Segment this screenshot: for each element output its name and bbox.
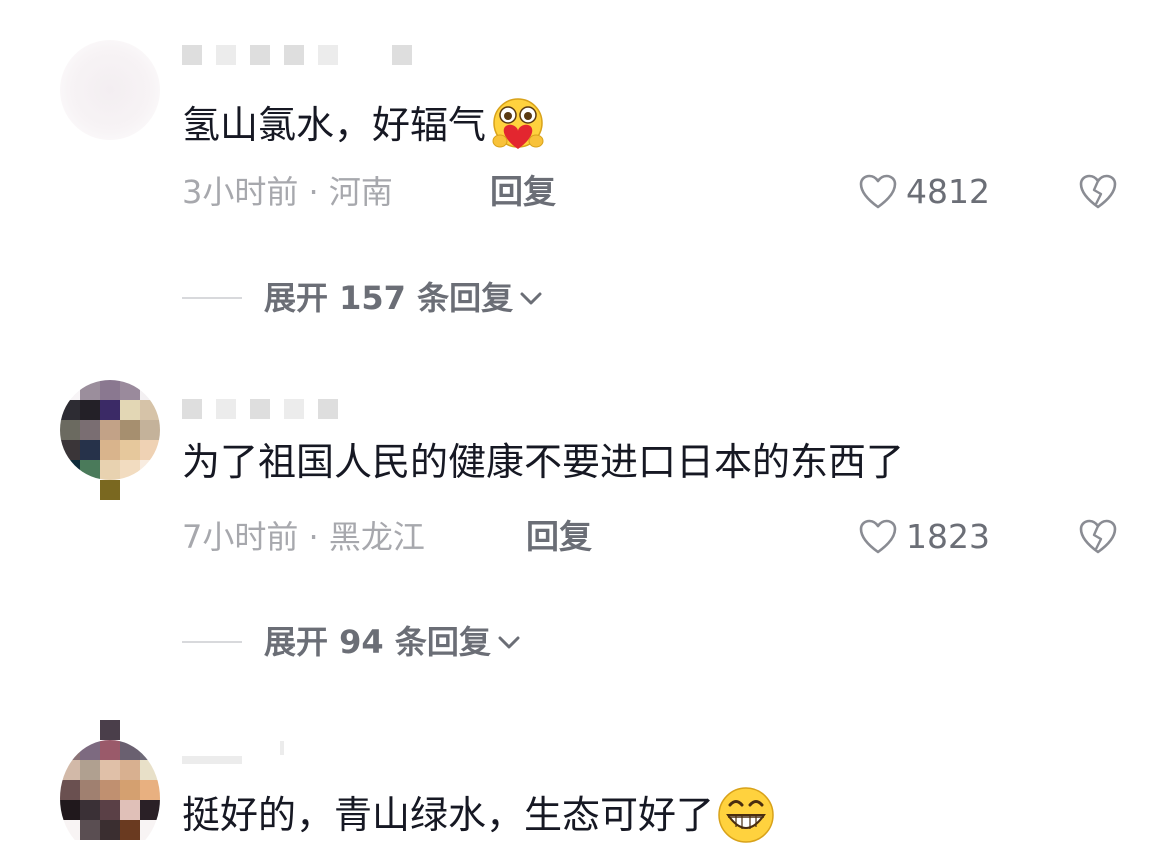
expand-label: 展开 157 条回复 — [264, 279, 514, 317]
meta-separator: · — [308, 173, 319, 211]
comment-meta: 3小时前 · 河南 — [182, 172, 393, 212]
username-blurred[interactable] — [182, 40, 412, 70]
heart-outline-icon — [859, 519, 897, 554]
expand-replies[interactable]: 展开 157 条回复 — [182, 278, 545, 318]
heart-outline-icon — [859, 174, 897, 209]
like-count: 1823 — [906, 517, 990, 556]
expand-replies[interactable]: 展开 94 条回复 — [182, 622, 523, 662]
broken-heart-icon[interactable] — [1078, 173, 1118, 211]
username-blurred[interactable] — [182, 733, 284, 764]
divider-line — [182, 641, 242, 643]
comment-text: 氢山氯水，好辐气 — [182, 95, 548, 155]
avatar[interactable] — [60, 740, 160, 857]
avatar-edge — [100, 720, 120, 740]
comment-text: 为了祖国人民的健康不要进口日本的东西了 — [182, 440, 905, 484]
reply-button[interactable]: 回复 — [490, 172, 556, 212]
comment-text: 挺好的，青山绿水，生态可好了 — [182, 785, 776, 845]
like-button[interactable]: 4812 — [858, 172, 990, 212]
expand-label: 展开 94 条回复 — [264, 623, 491, 661]
avatar-edge — [100, 480, 120, 500]
like-count: 4812 — [906, 172, 990, 211]
like-button[interactable]: 1823 — [858, 517, 990, 557]
username-blurred[interactable] — [182, 394, 338, 424]
chevron-down-icon — [498, 636, 520, 649]
broken-heart-icon[interactable] — [1078, 518, 1118, 556]
heart-hug-emoji — [492, 98, 544, 149]
comment-location: 黑龙江 — [328, 518, 425, 556]
comment-meta: 7小时前 · 黑龙江 — [182, 517, 425, 557]
divider-line — [182, 297, 242, 299]
comment-location: 河南 — [328, 173, 393, 211]
meta-separator: · — [308, 518, 319, 556]
reply-button[interactable]: 回复 — [526, 517, 592, 557]
avatar[interactable] — [60, 40, 160, 140]
grin-emoji — [718, 787, 774, 843]
chevron-down-icon — [520, 292, 542, 305]
avatar[interactable] — [60, 380, 160, 480]
comment-time: 3小时前 — [182, 173, 299, 211]
comment-time: 7小时前 — [182, 518, 299, 556]
